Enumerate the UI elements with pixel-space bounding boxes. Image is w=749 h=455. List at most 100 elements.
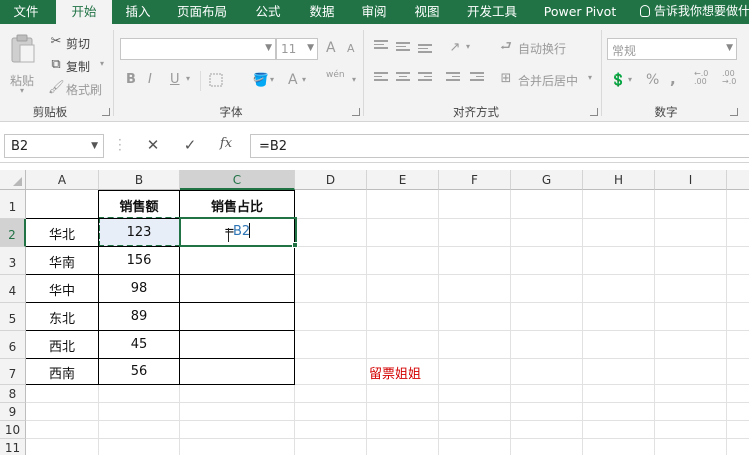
cancel-entry-button[interactable]: ✕ — [141, 136, 165, 154]
phonetic-dropdown-icon[interactable]: ▾ — [352, 75, 356, 84]
row-header-3[interactable]: 3 — [0, 247, 26, 275]
number-launcher-icon[interactable] — [730, 108, 738, 116]
tab-formulas[interactable]: 公式 — [246, 0, 290, 24]
column-header-g[interactable]: G — [511, 170, 583, 190]
underline-button[interactable]: U — [170, 72, 180, 87]
bold-button[interactable]: B — [126, 72, 136, 87]
grow-font-button[interactable]: A — [326, 40, 336, 56]
tab-review[interactable]: 审阅 — [352, 0, 396, 24]
column-header-h[interactable]: H — [583, 170, 655, 190]
sales-cell[interactable]: 89 — [99, 309, 179, 324]
confirm-entry-button[interactable]: ✓ — [178, 136, 202, 154]
comma-button[interactable]: , — [670, 70, 676, 88]
tab-insert[interactable]: 插入 — [116, 0, 160, 24]
orientation-dropdown-icon[interactable]: ▾ — [466, 42, 470, 51]
row-header-2[interactable]: 2 — [0, 219, 26, 247]
currency-dropdown-icon[interactable]: ▾ — [628, 75, 632, 84]
row-header-6[interactable]: 6 — [0, 331, 26, 359]
font-color-dropdown-icon[interactable]: ▾ — [302, 75, 306, 84]
tab-developer[interactable]: 开发工具 — [460, 0, 524, 24]
region-cell[interactable]: 华北 — [26, 224, 98, 243]
worksheet-grid[interactable]: A B C D E F G H I 1 2 3 4 5 6 7 8 9 10 1… — [0, 170, 749, 455]
decrease-indent-icon[interactable] — [446, 72, 460, 84]
row-header-10[interactable]: 10 — [0, 421, 26, 439]
row-header-4[interactable]: 4 — [0, 275, 26, 303]
percent-button[interactable]: % — [646, 72, 659, 88]
formula-input[interactable]: =B2 — [250, 134, 749, 158]
tab-page-layout[interactable]: 页面布局 — [170, 0, 234, 24]
sales-cell[interactable]: 156 — [99, 253, 179, 268]
clipboard-launcher-icon[interactable] — [102, 108, 110, 116]
region-cell[interactable]: 华南 — [26, 252, 98, 271]
sales-cell[interactable]: 98 — [99, 281, 179, 296]
align-right-icon[interactable] — [418, 72, 432, 84]
region-cell[interactable]: 华中 — [26, 280, 98, 299]
paste-dropdown-icon[interactable]: ▾ — [20, 86, 24, 95]
sales-cell[interactable]: 45 — [99, 337, 179, 352]
row-header-9[interactable]: 9 — [0, 403, 26, 421]
font-color-button[interactable]: A — [288, 72, 298, 88]
align-left-icon[interactable] — [374, 72, 388, 84]
row-header-5[interactable]: 5 — [0, 303, 26, 331]
fill-color-icon[interactable]: 🪣 — [252, 73, 270, 89]
decrease-decimal-icon[interactable]: .00 →.0 — [722, 70, 736, 86]
header-sales[interactable]: 销售额 — [99, 196, 179, 215]
select-all-button[interactable] — [0, 170, 26, 190]
column-header-b[interactable]: B — [99, 170, 180, 190]
region-cell[interactable]: 西北 — [26, 336, 98, 355]
shrink-font-button[interactable]: A — [347, 42, 355, 55]
orientation-icon[interactable]: ↗ — [446, 40, 464, 56]
format-painter-button[interactable]: 🖌 格式刷 — [48, 80, 110, 98]
column-header-c[interactable]: C — [180, 170, 295, 190]
cut-button[interactable]: ✂ 剪切 — [48, 34, 104, 52]
align-top-icon[interactable] — [374, 40, 388, 52]
font-launcher-icon[interactable] — [352, 108, 360, 116]
column-header-a[interactable]: A — [26, 170, 99, 190]
fill-color-dropdown-icon[interactable]: ▾ — [270, 75, 274, 84]
wrap-text-button[interactable]: ⮐ 自动换行 — [498, 38, 578, 58]
tell-me-search[interactable]: 告诉我你想要做什 — [640, 0, 749, 24]
copy-dropdown-icon[interactable]: ▾ — [100, 59, 104, 68]
merge-dropdown-icon[interactable]: ▾ — [588, 73, 592, 82]
sales-cell[interactable]: 123 — [99, 225, 179, 240]
header-sales-share[interactable]: 销售占比 — [180, 196, 294, 215]
align-middle-icon[interactable] — [396, 42, 410, 54]
align-bottom-icon[interactable] — [418, 44, 432, 56]
merge-center-button[interactable]: ⊞ 合并后居中 ▾ — [498, 70, 598, 90]
column-header-f[interactable]: F — [439, 170, 511, 190]
region-cell[interactable]: 西南 — [26, 363, 98, 382]
currency-icon[interactable]: 💲 — [610, 73, 626, 89]
copy-button[interactable]: ⧉ 复制 ▾ — [48, 57, 110, 75]
italic-button[interactable]: I — [148, 72, 152, 87]
fill-handle[interactable] — [292, 242, 298, 248]
number-format-select[interactable]: 常规 ▼ — [607, 38, 737, 60]
tab-view[interactable]: 视图 — [405, 0, 449, 24]
name-box[interactable]: B2 ▼ — [4, 134, 104, 158]
formula-bar-grip-icon[interactable]: · · · — [118, 134, 122, 156]
align-center-icon[interactable] — [396, 72, 410, 84]
row-header-11[interactable]: 11 — [0, 439, 26, 455]
row-header-1[interactable]: 1 — [0, 190, 26, 219]
borders-button[interactable] — [200, 71, 250, 91]
increase-indent-icon[interactable] — [470, 72, 484, 84]
tab-data[interactable]: 数据 — [300, 0, 344, 24]
column-header-d[interactable]: D — [295, 170, 367, 190]
sales-cell[interactable]: 56 — [99, 364, 179, 379]
row-header-7[interactable]: 7 — [0, 359, 26, 385]
insert-function-button[interactable]: fx — [214, 136, 238, 151]
phonetic-button[interactable]: wén — [326, 70, 345, 80]
underline-dropdown-icon[interactable]: ▾ — [186, 74, 190, 83]
column-header-i[interactable]: I — [655, 170, 727, 190]
alignment-launcher-icon[interactable] — [590, 108, 598, 116]
column-header-j[interactable] — [727, 170, 749, 190]
font-size-select[interactable]: 11 ▼ — [276, 38, 318, 60]
column-header-e[interactable]: E — [367, 170, 439, 190]
region-cell[interactable]: 东北 — [26, 308, 98, 327]
row-header-8[interactable]: 8 — [0, 385, 26, 403]
tab-power-pivot[interactable]: Power Pivot — [538, 0, 622, 24]
tab-home[interactable]: 开始 — [56, 0, 112, 25]
paste-button[interactable]: 粘贴 ▾ — [6, 32, 42, 95]
tab-file[interactable]: 文件 — [4, 0, 48, 24]
increase-decimal-icon[interactable]: ←.0.00 — [694, 70, 708, 86]
font-name-select[interactable]: ▼ — [120, 38, 276, 60]
